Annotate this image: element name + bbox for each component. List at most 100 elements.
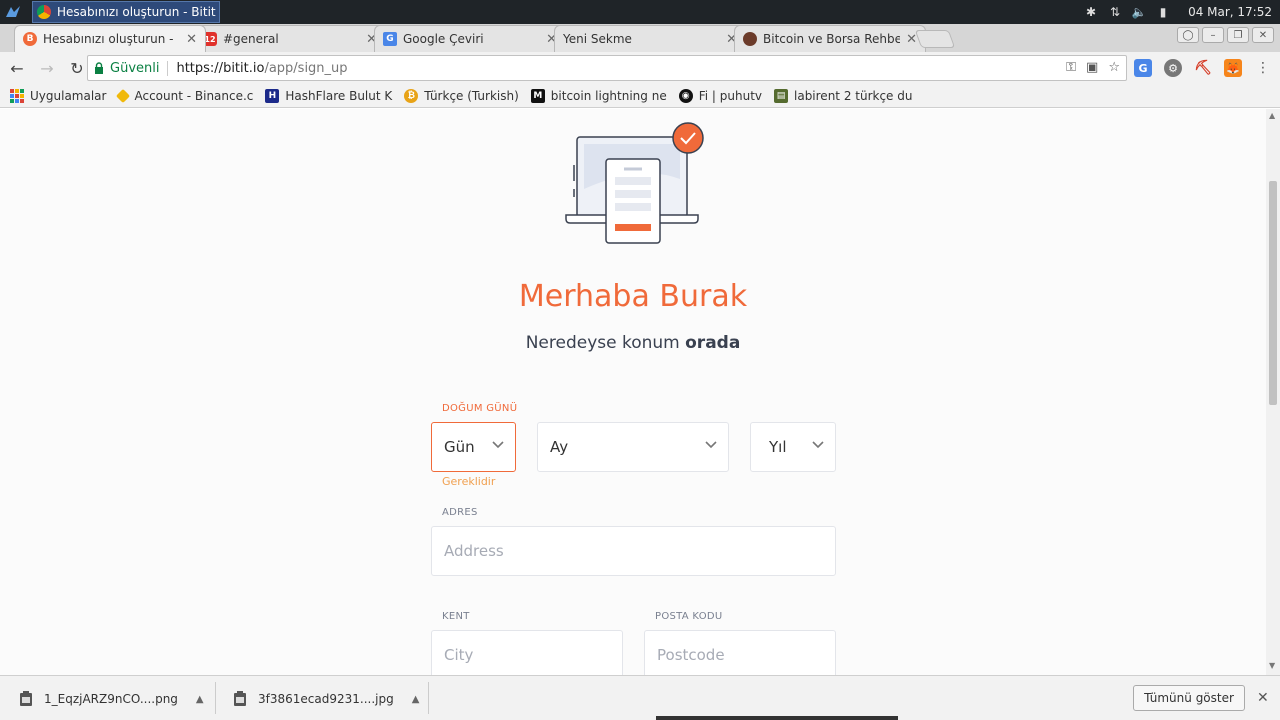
close-downloads-icon[interactable]: ✕: [1257, 690, 1269, 706]
download-item[interactable]: 3f3861ecad9231....jpg ▲: [232, 686, 419, 712]
bitcoin-guide-favicon-icon: [743, 32, 757, 46]
profile-icon[interactable]: ◯: [1177, 27, 1199, 43]
bookmark-label: labirent 2 türkçe du: [794, 88, 913, 103]
omnibox-actions: ⚿ ▣ ☆: [1066, 60, 1120, 75]
bookmark-label: Account - Binance.c: [134, 88, 254, 103]
secure-indicator[interactable]: Güvenli: [94, 60, 169, 76]
download-separator: [428, 682, 429, 714]
bookmark-binance[interactable]: Account - Binance.c: [116, 88, 254, 103]
scroll-down-icon[interactable]: ▼: [1269, 661, 1275, 670]
birth-month-select[interactable]: Ay: [537, 422, 729, 472]
volume-icon[interactable]: 🔈: [1132, 5, 1147, 19]
tab-title: Google Çeviri: [403, 32, 484, 46]
gear-extension-icon[interactable]: ⚙: [1164, 59, 1182, 77]
bookmarks-bar: Uygulamalar Account - Binance.c H HashFl…: [0, 84, 1280, 108]
clock[interactable]: 04 Mar, 17:52: [1188, 5, 1272, 19]
minimize-icon[interactable]: –: [1202, 27, 1224, 43]
birth-year-value: Yıl: [769, 438, 787, 456]
bottom-overlay-strip: [656, 716, 898, 720]
image-file-icon: [20, 691, 32, 706]
page-content: Merhaba Burak Neredeyse konum orada DOĞU…: [0, 109, 1266, 675]
close-window-icon[interactable]: ✕: [1252, 27, 1274, 43]
tab-bitit-signup[interactable]: B Hesabınızı oluşturun - ✕: [14, 25, 206, 52]
address-input[interactable]: Address: [431, 526, 836, 576]
scroll-thumb[interactable]: [1269, 181, 1277, 405]
star-icon[interactable]: ☆: [1108, 60, 1120, 75]
new-tab-button[interactable]: [914, 30, 956, 48]
birth-day-select[interactable]: Gün: [431, 422, 516, 472]
bookmark-label: Fi | puhutv: [698, 88, 762, 103]
bookmark-puhutv[interactable]: ◉ Fi | puhutv: [678, 88, 762, 103]
scroll-up-icon[interactable]: ▲: [1269, 111, 1275, 120]
download-filename: 1_EqzjARZ9nCO....png: [44, 692, 178, 706]
battery-icon[interactable]: ▮: [1156, 5, 1170, 19]
back-button[interactable]: ←: [4, 55, 30, 81]
bookmark-label: Uygulamalar: [30, 88, 107, 103]
window-controls: ◯ – ❐ ✕: [1177, 27, 1274, 43]
tab-google-translate[interactable]: G Google Çeviri ✕: [374, 25, 566, 52]
tab-title: Hesabınızı oluşturun -: [43, 32, 174, 46]
tab-close-icon[interactable]: ✕: [186, 32, 197, 47]
taskbar-window-button[interactable]: Hesabınızı oluşturun - Bitit ...: [32, 1, 220, 23]
bookmark-bitcoin-lightning[interactable]: M bitcoin lightning ne: [530, 88, 667, 103]
translate-icon[interactable]: ▣: [1086, 60, 1098, 75]
city-input[interactable]: City: [431, 630, 623, 675]
image-file-icon: [234, 691, 246, 706]
address-label: ADRES: [442, 507, 478, 518]
greeting-title: Merhaba Burak: [518, 279, 748, 314]
download-filename: 3f3861ecad9231....jpg: [258, 692, 394, 706]
url-host: https://bitit.io: [176, 60, 265, 76]
tab-title: #general: [223, 32, 279, 46]
birth-month-value: Ay: [550, 438, 569, 456]
tab-new-tab[interactable]: Yeni Sekme ✕: [554, 25, 746, 52]
show-all-downloads-button[interactable]: Tümünü göster: [1133, 685, 1245, 711]
puhutv-icon: ◉: [678, 88, 693, 103]
tab-slack-general[interactable]: 12 #general ✕: [194, 25, 386, 52]
browser-toolbar: ← → ↻ Güvenli https://bitit.io /app/sign…: [0, 52, 1280, 84]
chevron-up-icon[interactable]: ▲: [412, 694, 420, 705]
bookmark-turkish[interactable]: ₿ Türkçe (Turkish): [404, 88, 519, 103]
tab-title: Bitcoin ve Borsa Rehbe: [763, 32, 901, 46]
tab-strip: B Hesabınızı oluşturun - ✕ 12 #general ✕…: [0, 24, 1280, 52]
birth-year-select[interactable]: Yıl: [750, 422, 836, 472]
bookmark-labirent[interactable]: ▤ labirent 2 türkçe du: [774, 88, 913, 103]
city-label: KENT: [442, 611, 470, 622]
restore-icon[interactable]: ❐: [1227, 27, 1249, 43]
subtitle-bold: orada: [685, 333, 741, 353]
metamask-fox-icon[interactable]: 🦊: [1224, 59, 1242, 77]
postcode-input[interactable]: Postcode: [644, 630, 836, 675]
page-scrollbar[interactable]: ▲ ▼: [1266, 109, 1280, 675]
google-translate-extension-icon[interactable]: G: [1134, 59, 1152, 77]
subtitle-text: Neredeyse konum: [525, 333, 686, 353]
address-placeholder: Address: [444, 542, 504, 560]
birthday-label: DOĞUM GÜNÜ: [442, 403, 518, 414]
apps-grid-icon: [10, 88, 24, 103]
medium-icon: M: [530, 88, 545, 103]
network-icon[interactable]: ⇅: [1108, 5, 1122, 19]
laptop-document-illustration: [565, 122, 704, 244]
address-bar[interactable]: Güvenli https://bitit.io /app/sign_up ⚿ …: [87, 55, 1127, 81]
tab-title: Yeni Sekme: [563, 32, 632, 46]
pickaxe-extension-icon[interactable]: ⛏: [1194, 59, 1212, 77]
bitcoin-coin-icon: ₿: [404, 88, 419, 103]
city-placeholder: City: [444, 646, 474, 664]
chevron-up-icon[interactable]: ▲: [196, 694, 204, 705]
os-menu-button[interactable]: [0, 0, 26, 24]
system-tray: ✱ ⇅ 🔈 ▮ 04 Mar, 17:52: [1084, 0, 1280, 24]
taskbar-window-title: Hesabınızı oluşturun - Bitit ...: [57, 5, 220, 19]
bookmark-label: HashFlare Bulut K: [285, 88, 393, 103]
chrome-menu-icon[interactable]: ⋮: [1256, 60, 1270, 76]
bookmark-apps[interactable]: Uygulamalar: [10, 88, 107, 103]
bookmark-hashflare[interactable]: H HashFlare Bulut K: [265, 88, 393, 103]
forward-button[interactable]: →: [34, 55, 60, 81]
downloads-shelf: 1_EqzjARZ9nCO....png ▲ 3f3861ecad9231...…: [0, 675, 1280, 720]
bluetooth-icon[interactable]: ✱: [1084, 5, 1098, 19]
key-icon[interactable]: ⚿: [1066, 60, 1076, 75]
download-separator: [215, 682, 216, 714]
bitit-favicon-icon: B: [23, 32, 37, 46]
postcode-label: POSTA KODU: [655, 611, 723, 622]
google-translate-favicon-icon: G: [383, 32, 397, 46]
binance-icon: [116, 88, 131, 103]
download-item[interactable]: 1_EqzjARZ9nCO....png ▲: [18, 686, 204, 712]
tab-bitcoin-guide[interactable]: Bitcoin ve Borsa Rehbe ✕: [734, 25, 926, 52]
